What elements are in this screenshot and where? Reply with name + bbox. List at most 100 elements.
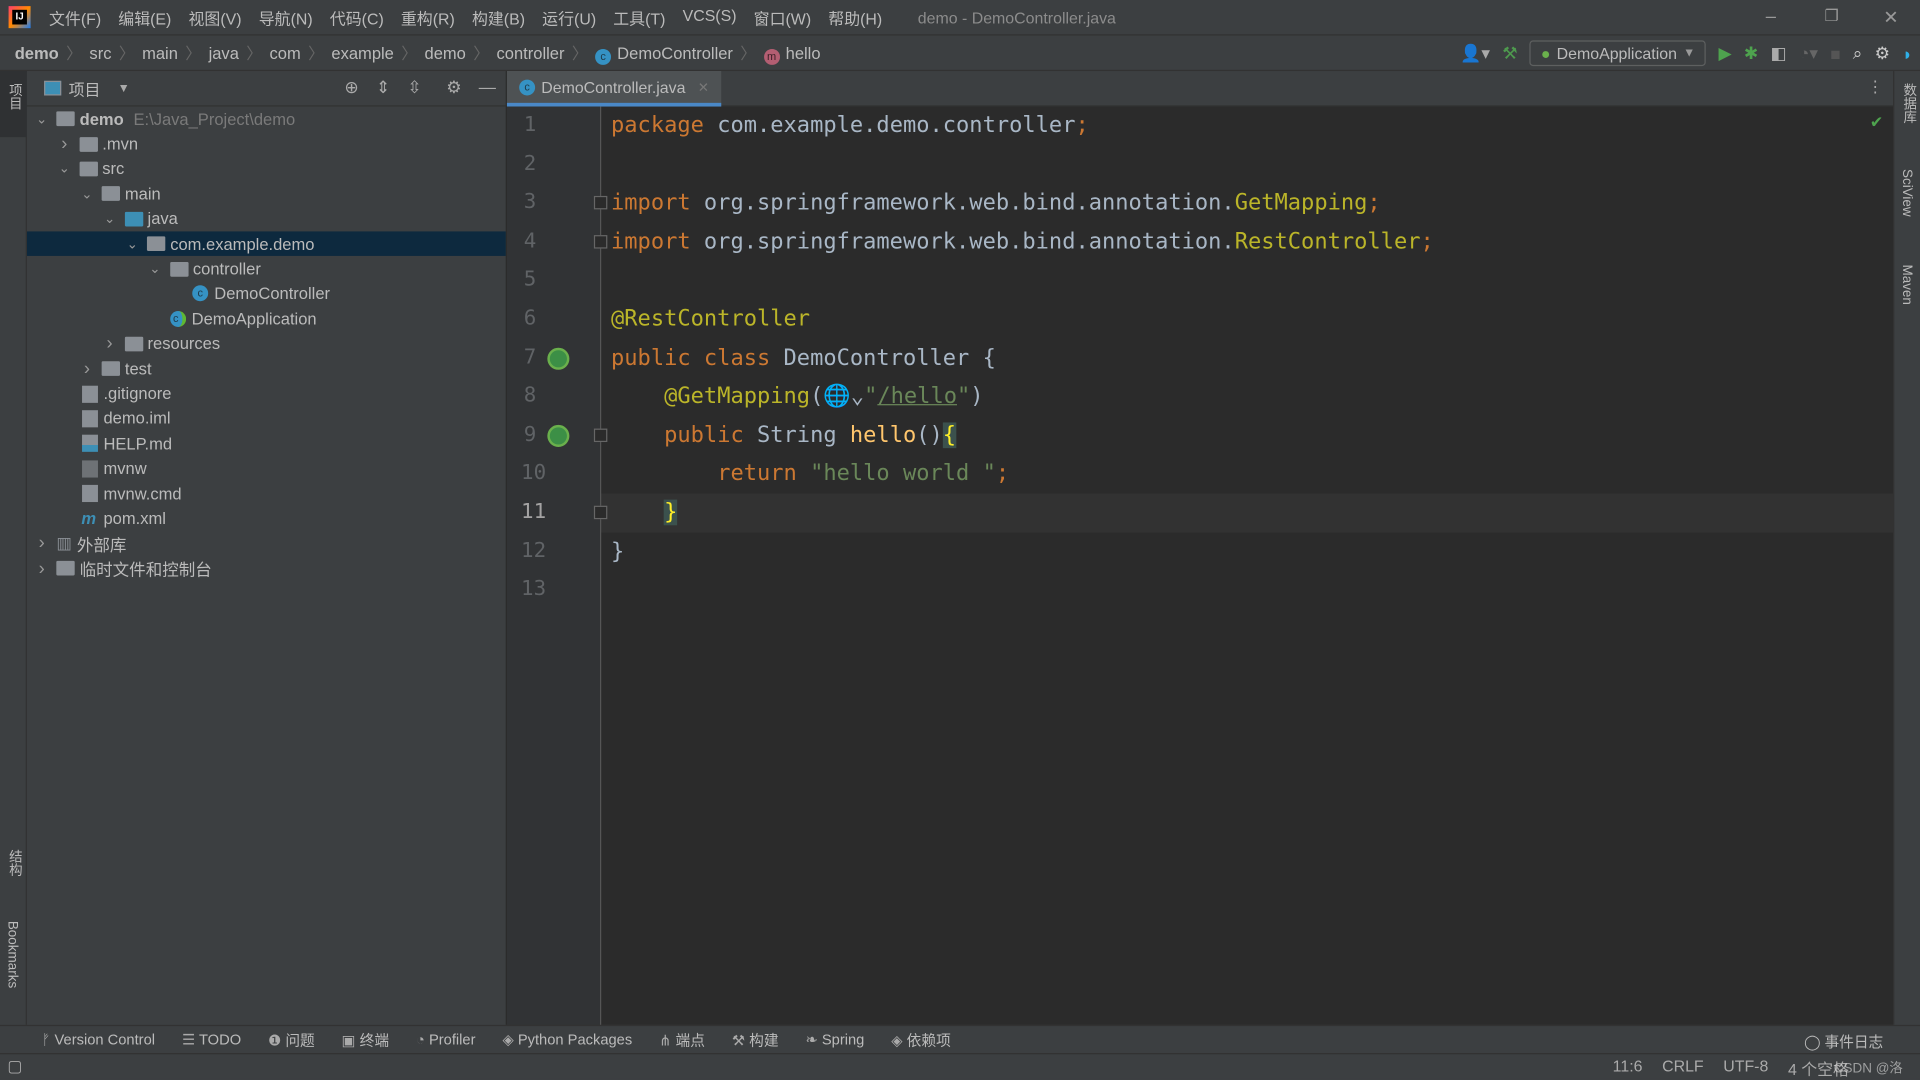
code-line[interactable]: return "hello world "; [611,455,1009,494]
bottom-tool-button[interactable]: ⋔ 端点 [659,1029,705,1050]
menu-item[interactable]: 运行(U) [542,6,596,29]
chevron-down-icon[interactable]: ⌄ [148,261,163,277]
plugin-icon[interactable]: ◗ [1902,43,1912,63]
chevron-right-icon[interactable]: › [34,533,49,554]
event-log-button[interactable]: ◯ 事件日志 [1804,1031,1883,1052]
project-panel-title[interactable]: 项目 [69,77,101,100]
debug-icon[interactable]: ✱ [1744,43,1758,64]
tree-item[interactable]: › 临时文件和控制台 [27,556,506,581]
code-line[interactable]: public String hello(){ [611,416,957,455]
endpoint-gutter-icon[interactable] [547,424,570,447]
account-icon[interactable]: 👤▾ [1460,43,1490,64]
fold-start-icon[interactable] [593,196,608,210]
profile-icon[interactable]: ◔▾ [1799,43,1818,64]
expand-all-icon[interactable]: ⇕ [376,77,390,98]
menu-item[interactable]: 视图(V) [189,6,242,29]
menu-item[interactable]: VCS(S) [683,6,737,29]
chevron-right-icon[interactable]: › [57,134,72,155]
menu-item[interactable]: 重构(R) [401,6,455,29]
restore-button[interactable]: ❐ [1824,6,1838,26]
breadcrumb-item[interactable]: src [89,44,111,62]
fold-end-icon[interactable] [593,505,608,520]
code-line[interactable]: import org.springframework.web.bind.anno… [611,223,1434,262]
collapse-all-icon[interactable]: ⇳ [407,77,421,98]
tree-item[interactable]: › .mvn [27,131,506,156]
project-tool-button[interactable]: 项目 [5,83,25,110]
line-separator[interactable]: CRLF [1662,1057,1704,1080]
bottom-tool-button[interactable]: ▣ 终端 [342,1029,389,1050]
tree-item[interactable]: demo.iml [27,406,506,431]
minimize-button[interactable]: – [1766,6,1776,27]
tab-democontroller[interactable]: c DemoController.java ✕ [506,71,722,107]
tree-item[interactable]: c DemoApplication [27,306,506,331]
chevron-down-icon[interactable]: ⌄ [125,236,140,252]
bottom-tool-button[interactable]: ❶ 问题 [268,1029,315,1050]
breadcrumb-item[interactable]: m hello [763,44,821,65]
tree-item[interactable]: › resources [27,331,506,356]
chevron-right-icon[interactable]: › [34,558,49,579]
menu-item[interactable]: 工具(T) [613,6,665,29]
tree-item[interactable]: ⌄ controller [27,256,506,281]
close-button[interactable]: ✕ [1883,6,1898,28]
chevron-right-icon[interactable]: › [102,333,117,354]
chevron-right-icon[interactable]: › [80,358,95,379]
menu-item[interactable]: 帮助(H) [828,6,882,29]
spring-bean-gutter-icon[interactable] [547,347,570,370]
caret-position[interactable]: 11:6 [1613,1057,1643,1080]
bottom-tool-button[interactable]: ⚒ 构建 [732,1029,779,1050]
toggle-tool-windows-icon[interactable]: ▢ [7,1057,22,1077]
code-line[interactable]: } [611,493,678,532]
tree-item[interactable]: .gitignore [27,381,506,406]
menu-item[interactable]: 构建(B) [472,6,525,29]
menu-item[interactable]: 代码(C) [330,6,384,29]
tree-item[interactable]: ⌄ main [27,181,506,206]
tree-item[interactable]: HELP.md [27,431,506,456]
menu-item[interactable]: 窗口(W) [754,6,811,29]
breadcrumb-item[interactable]: main [142,44,178,62]
code-line[interactable]: @GetMapping(🌐⌄"/hello") [611,377,983,416]
search-icon[interactable]: ⌕ [1853,43,1863,64]
breadcrumb-item[interactable]: demo [425,44,466,62]
menu-item[interactable]: 导航(N) [259,6,313,29]
tree-item[interactable]: ⌄ com.example.demo [26,231,506,257]
bottom-tool-button[interactable]: ◔ Profiler [416,1031,476,1048]
run-icon[interactable]: ▶ [1718,43,1731,64]
fold-start-icon[interactable] [593,428,608,442]
tree-item[interactable]: c DemoController [27,281,506,306]
tree-item[interactable]: ⌄ src [27,156,506,181]
code-line[interactable]: @RestController [611,300,810,339]
gear-icon[interactable]: ⚙ [446,77,461,98]
chevron-down-icon[interactable]: ⌄ [80,186,95,202]
code-line[interactable]: import org.springframework.web.bind.anno… [611,184,1381,223]
tree-item[interactable]: › test [27,356,506,381]
breadcrumb-item[interactable]: c DemoController [595,44,733,65]
sciview-tool-button[interactable]: SciView [1899,169,1914,217]
stop-icon[interactable]: ■ [1830,43,1840,63]
coverage-icon[interactable]: ◧ [1771,43,1787,64]
fold-end-icon[interactable] [593,234,608,249]
bottom-tool-button[interactable]: ᚠ Version Control [42,1031,155,1048]
build-hammer-icon[interactable]: ⚒ [1502,43,1517,64]
bottom-tool-button[interactable]: ❧ Spring [805,1031,864,1048]
gear-icon[interactable]: ⚙ [1875,43,1890,64]
tree-item[interactable]: ⌄ java [27,206,506,231]
maven-tool-button[interactable]: Maven [1899,264,1914,304]
bottom-tool-button[interactable]: ☰ TODO [182,1031,241,1048]
chevron-down-icon[interactable]: ⌄ [34,111,49,127]
bottom-tool-button[interactable]: ◈ 依赖项 [891,1029,950,1050]
tree-item[interactable]: ⌄ demo E:\Java_Project\demo [27,107,506,132]
close-tab-icon[interactable]: ✕ [698,79,709,95]
tree-item[interactable]: m pom.xml [27,506,506,531]
menu-item[interactable]: 编辑(E) [118,6,171,29]
database-tool-button[interactable]: 数据库 [1899,83,1919,123]
menu-item[interactable]: 文件(F) [49,6,101,29]
locate-icon[interactable]: ⊕ [344,77,358,98]
breadcrumb-item[interactable]: java [209,44,239,62]
code-area[interactable]: package com.example.demo.controller; impo… [507,106,1894,1025]
structure-tool-button[interactable]: 结构 [5,850,25,877]
breadcrumb-item[interactable]: example [331,44,393,62]
breadcrumb-item[interactable]: demo [15,44,59,62]
breadcrumb-item[interactable]: com [270,44,301,62]
bookmarks-tool-button[interactable]: Bookmarks [5,921,20,988]
tree-item[interactable]: mvnw [27,456,506,481]
